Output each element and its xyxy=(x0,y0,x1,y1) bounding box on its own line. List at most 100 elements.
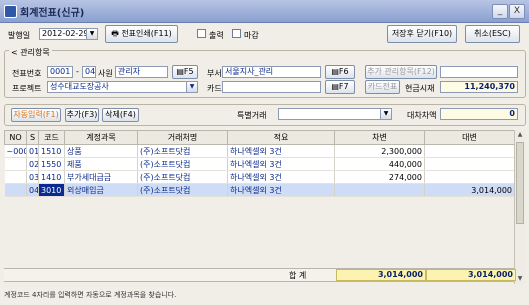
cell-code[interactable]: 1510 xyxy=(38,144,65,158)
voucher-no-b-field[interactable]: 04 xyxy=(82,66,96,78)
cell-client[interactable]: (주)소프트닷컴 xyxy=(137,157,228,171)
col-header-debit[interactable]: 차변 xyxy=(334,130,425,145)
add-manage-item-field[interactable] xyxy=(440,66,518,78)
cell-no xyxy=(4,170,27,184)
voucher-no-label: 전표번호 xyxy=(12,69,42,78)
cell-debit[interactable]: 2,300,000 xyxy=(334,144,425,158)
scroll-down-icon[interactable]: ▼ xyxy=(515,274,525,284)
cell-debit[interactable]: 440,000 xyxy=(334,157,425,171)
voucher-no-separator: - xyxy=(76,67,79,76)
cell-account[interactable]: 부가세대급금 xyxy=(64,170,138,184)
cell-code[interactable]: 1410 xyxy=(38,170,65,184)
lookup-icon: ▤ xyxy=(176,67,184,76)
card-label: 카드 xyxy=(207,84,222,93)
cash-balance-field: 11,240,370 xyxy=(440,81,518,93)
cell-code[interactable]: 1550 xyxy=(38,157,65,171)
close-checkbox[interactable] xyxy=(232,29,241,38)
cell-credit[interactable]: 3,014,000 xyxy=(424,183,515,197)
voucher-no-a-field[interactable]: 0001 xyxy=(47,66,73,78)
add-manage-item-button[interactable]: 추가 관리항목(F12) xyxy=(365,65,437,79)
col-header-code[interactable]: 코드 xyxy=(38,130,65,145)
cell-account[interactable]: 상품 xyxy=(64,144,138,158)
cell-code-active[interactable]: 3010 xyxy=(38,183,65,197)
print-voucher-label: 전표인쇄(F11) xyxy=(121,29,172,38)
cell-s[interactable]: 01 xyxy=(26,144,39,158)
project-field[interactable]: 성수대교도장공사 ▼ xyxy=(47,81,198,93)
close-window-button[interactable]: X xyxy=(509,4,525,19)
cash-balance-label: 현금시재 xyxy=(405,84,435,93)
card-field[interactable] xyxy=(222,81,321,93)
table-row-selected[interactable]: 04 3010 외상매입금 (주)소프트닷컴 하나엑셀외 3건 3,014,00… xyxy=(4,183,515,197)
col-header-memo[interactable]: 적요 xyxy=(227,130,335,145)
col-header-s[interactable]: S xyxy=(26,130,39,145)
auto-input-button[interactable]: 자동입력(F1) xyxy=(11,108,61,122)
cell-client[interactable]: (주)소프트닷컴 xyxy=(137,183,228,197)
cell-s[interactable]: 03 xyxy=(26,170,39,184)
dept-field[interactable]: 서울지사_관리 xyxy=(222,66,321,78)
col-header-account[interactable]: 계정과목 xyxy=(64,130,138,145)
output-label: 출력 xyxy=(209,31,224,40)
manage-section-title: < 관리항목 xyxy=(9,47,52,58)
journal-table: NO S 코드 계정과목 거래처명 적요 차변 대변 ~0001 01 1510… xyxy=(4,130,515,197)
cell-memo[interactable]: 하나엑셀외 3건 xyxy=(227,183,335,197)
col-header-credit[interactable]: 대변 xyxy=(424,130,515,145)
output-checkbox[interactable] xyxy=(197,29,206,38)
cell-memo[interactable]: 하나엑셀외 3건 xyxy=(227,157,335,171)
col-header-client[interactable]: 거래처명 xyxy=(137,130,228,145)
cell-s[interactable]: 04 xyxy=(26,183,39,197)
special-trade-label: 특별거래 xyxy=(237,111,267,120)
table-row[interactable]: ~0001 01 1510 상품 (주)소프트닷컴 하나엑셀외 3건 2,300… xyxy=(4,144,515,158)
total-credit: 3,014,000 xyxy=(426,269,516,281)
cell-account[interactable]: 외상매입금 xyxy=(64,183,138,197)
vertical-scrollbar[interactable]: ▲ ▼ xyxy=(514,130,525,284)
cell-client[interactable]: (주)소프트닷컴 xyxy=(137,144,228,158)
card-lookup-button[interactable]: ▤F7 xyxy=(325,80,355,94)
card-voucher-button[interactable]: 카드전표 xyxy=(365,80,400,94)
dept-lookup-key: F6 xyxy=(338,67,349,76)
print-voucher-button[interactable]: 🖶 전표인쇄(F11) xyxy=(105,25,178,43)
date-value: 2012-02-29 xyxy=(42,29,89,38)
add-row-button[interactable]: 추가(F3) xyxy=(65,108,99,122)
cell-memo[interactable]: 하나엑셀외 3건 xyxy=(227,144,335,158)
save-close-button[interactable]: 저장후 닫기(F10) xyxy=(387,25,457,43)
status-text: 계정코드 4자리를 입력하면 자동으로 계정과목을 찾습니다. xyxy=(4,291,177,299)
scroll-up-icon[interactable]: ▲ xyxy=(515,130,525,140)
dept-lookup-button[interactable]: ▤F6 xyxy=(325,65,355,79)
col-header-no[interactable]: NO xyxy=(4,130,27,145)
project-value: 성수대교도장공사 xyxy=(50,82,109,91)
project-dropdown-icon[interactable]: ▼ xyxy=(186,82,197,92)
cell-credit[interactable] xyxy=(424,170,515,184)
total-label: 합 계 xyxy=(289,271,307,280)
employee-lookup-button[interactable]: ▤F5 xyxy=(172,65,198,79)
minimize-button[interactable]: _ xyxy=(492,4,508,19)
totals-row: 합 계 3,014,000 3,014,000 xyxy=(4,268,516,282)
lookup-icon: ▤ xyxy=(331,67,339,76)
cell-credit[interactable] xyxy=(424,157,515,171)
special-trade-select[interactable]: ▼ xyxy=(278,108,392,120)
cell-no xyxy=(4,183,27,197)
date-dropdown-icon[interactable]: ▼ xyxy=(86,29,97,39)
employee-lookup-key: F5 xyxy=(183,67,194,76)
cell-credit[interactable] xyxy=(424,144,515,158)
cancel-button[interactable]: 취소(ESC) xyxy=(465,25,520,43)
cell-no xyxy=(4,157,27,171)
auto-input-label: 자동입력(F1) xyxy=(13,110,59,119)
total-debit: 3,014,000 xyxy=(336,269,426,281)
cell-memo[interactable]: 하나엑셀외 3건 xyxy=(227,170,335,184)
cell-debit[interactable]: 274,000 xyxy=(334,170,425,184)
table-row[interactable]: 02 1550 제품 (주)소프트닷컴 하나엑셀외 3건 440,000 xyxy=(4,157,515,171)
special-trade-dropdown-icon[interactable]: ▼ xyxy=(380,109,391,119)
employee-field[interactable]: 관리자 xyxy=(115,66,168,78)
date-field[interactable]: 2012-02-29 ▼ xyxy=(39,28,98,40)
cell-account[interactable]: 제품 xyxy=(64,157,138,171)
delete-row-button[interactable]: 삭제(F4) xyxy=(102,108,139,122)
lookup-icon: ▤ xyxy=(331,82,339,91)
scroll-thumb[interactable] xyxy=(516,142,524,224)
cell-no: ~0001 xyxy=(4,144,27,158)
cell-s[interactable]: 02 xyxy=(26,157,39,171)
balance-diff-label: 대차차액 xyxy=(407,111,437,120)
cell-debit[interactable] xyxy=(334,183,425,197)
employee-label: 사원 xyxy=(98,69,113,78)
table-row[interactable]: 03 1410 부가세대급금 (주)소프트닷컴 하나엑셀외 3건 274,000 xyxy=(4,170,515,184)
cell-client[interactable]: (주)소프트닷컴 xyxy=(137,170,228,184)
